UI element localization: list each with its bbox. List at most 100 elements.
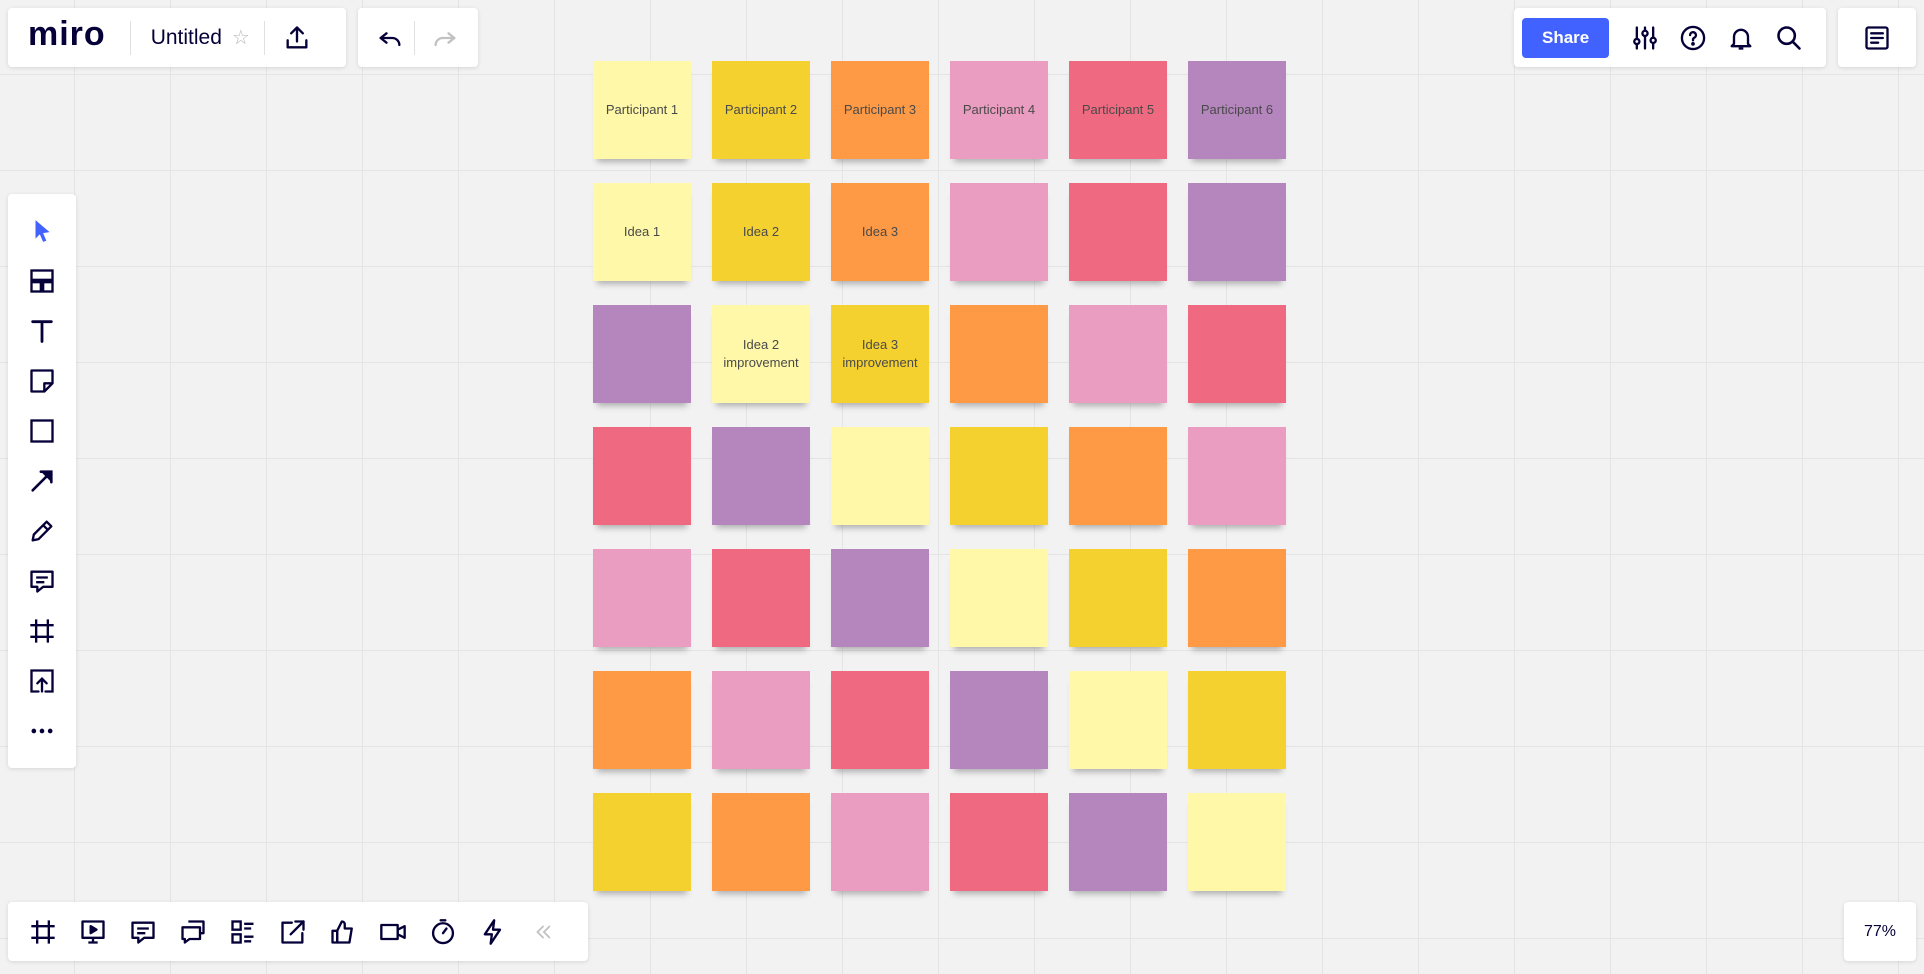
help-button[interactable] (1669, 14, 1717, 62)
export-button[interactable] (273, 14, 321, 62)
lightning-icon (483, 918, 502, 945)
select-tool[interactable] (18, 206, 66, 256)
sticky-note[interactable]: Idea 3 improvement (831, 305, 929, 403)
timer-button[interactable] (418, 908, 468, 956)
more-tools-button[interactable] (18, 706, 66, 756)
sticky-note[interactable] (950, 183, 1048, 281)
sticky-note-icon (30, 369, 54, 393)
sticky-note[interactable]: Participant 4 (950, 61, 1048, 159)
sticky-note[interactable]: Participant 1 (593, 61, 691, 159)
arrow-line-icon (31, 470, 53, 492)
sticky-note[interactable] (950, 427, 1048, 525)
search-icon (1777, 25, 1802, 50)
sticky-note[interactable]: Idea 3 (831, 183, 929, 281)
sticky-note[interactable] (1069, 793, 1167, 891)
sticky-note[interactable] (1188, 427, 1286, 525)
sticky-note[interactable] (593, 671, 691, 769)
undo-button[interactable] (366, 14, 414, 62)
board-menu-button[interactable] (1853, 14, 1901, 62)
top-right-panel: Share (1514, 8, 1826, 67)
share-screen-button[interactable] (268, 908, 318, 956)
sticky-note[interactable] (831, 427, 929, 525)
sticky-note[interactable] (1069, 183, 1167, 281)
sticky-note[interactable] (1188, 671, 1286, 769)
comment-icon (30, 570, 54, 593)
miro-logo[interactable]: miro (8, 15, 130, 60)
sticky-note[interactable] (712, 671, 810, 769)
sticky-note[interactable] (950, 671, 1048, 769)
board-menu-panel (1838, 8, 1916, 67)
collapse-toolbar-button[interactable] (518, 908, 568, 956)
sticky-note[interactable]: Participant 3 (831, 61, 929, 159)
sticky-note[interactable] (593, 427, 691, 525)
lightning-button[interactable] (468, 908, 518, 956)
templates-icon (30, 269, 54, 293)
settings-button[interactable] (1621, 14, 1669, 62)
bell-icon (1730, 28, 1752, 50)
sticky-note[interactable]: Idea 2 (712, 183, 810, 281)
chat-button[interactable] (118, 908, 168, 956)
sticky-note[interactable] (593, 549, 691, 647)
templates-tool[interactable] (18, 256, 66, 306)
board-header-panel: miro Untitled ☆ (8, 8, 346, 67)
sticky-note[interactable] (1188, 549, 1286, 647)
sticky-note[interactable] (712, 793, 810, 891)
voting-button[interactable] (318, 908, 368, 956)
upload-tool[interactable] (18, 656, 66, 706)
cards-button[interactable] (168, 908, 218, 956)
frame-tool[interactable] (18, 606, 66, 656)
sticky-note[interactable] (1069, 549, 1167, 647)
sticky-note[interactable] (1069, 305, 1167, 403)
help-icon (1681, 25, 1706, 50)
more-icon (31, 728, 53, 734)
sticky-note[interactable] (1069, 671, 1167, 769)
zoom-level[interactable]: 77% (1864, 923, 1896, 941)
redo-icon (434, 31, 456, 46)
board-title[interactable]: Untitled (131, 26, 232, 50)
presentation-button[interactable] (68, 908, 118, 956)
sticky-note[interactable] (712, 549, 810, 647)
sticky-note[interactable] (950, 305, 1048, 403)
sticky-note[interactable] (593, 305, 691, 403)
sticky-note[interactable]: Participant 5 (1069, 61, 1167, 159)
text-tool[interactable] (18, 306, 66, 356)
kanban-button[interactable] (218, 908, 268, 956)
sticky-note[interactable] (831, 793, 929, 891)
sticky-note[interactable] (831, 549, 929, 647)
sticky-note-text: Idea 2 improvement (723, 337, 799, 370)
sticky-note-text: Idea 2 (742, 224, 780, 240)
sticky-note[interactable]: Idea 2 improvement (712, 305, 810, 403)
sticky-note[interactable] (1188, 793, 1286, 891)
sticky-note[interactable] (712, 427, 810, 525)
sticky-note-tool[interactable] (18, 356, 66, 406)
share-button[interactable]: Share (1522, 17, 1610, 58)
sticky-note[interactable] (950, 549, 1048, 647)
sticky-note[interactable] (1069, 427, 1167, 525)
sticky-note[interactable]: Participant 6 (1188, 61, 1286, 159)
sticky-note-text: Participant 1 (605, 102, 679, 118)
notifications-button[interactable] (1717, 14, 1765, 62)
pen-tool[interactable] (18, 506, 66, 556)
sticky-note[interactable] (593, 793, 691, 891)
sticky-note[interactable] (950, 793, 1048, 891)
arrow-line-tool[interactable] (18, 456, 66, 506)
shape-tool[interactable] (18, 406, 66, 456)
star-icon[interactable]: ☆ (232, 25, 264, 50)
shape-icon (30, 419, 54, 443)
sticky-note[interactable]: Idea 1 (593, 183, 691, 281)
video-call-button[interactable] (368, 908, 418, 956)
frames-icon (31, 919, 55, 944)
voting-icon (331, 919, 353, 944)
sticky-note-text: Idea 3 improvement (842, 337, 918, 370)
sticky-note[interactable]: Participant 2 (712, 61, 810, 159)
sticky-note[interactable] (831, 671, 929, 769)
comment-tool[interactable] (18, 556, 66, 606)
sticky-note[interactable] (1188, 183, 1286, 281)
redo-button[interactable] (421, 14, 469, 62)
sticky-note-text: Idea 3 (861, 224, 899, 240)
zoom-panel: 77% (1844, 902, 1916, 961)
sticky-note[interactable] (1188, 305, 1286, 403)
frames-button[interactable] (18, 908, 68, 956)
search-button[interactable] (1765, 14, 1813, 62)
video-call-icon (380, 923, 406, 940)
